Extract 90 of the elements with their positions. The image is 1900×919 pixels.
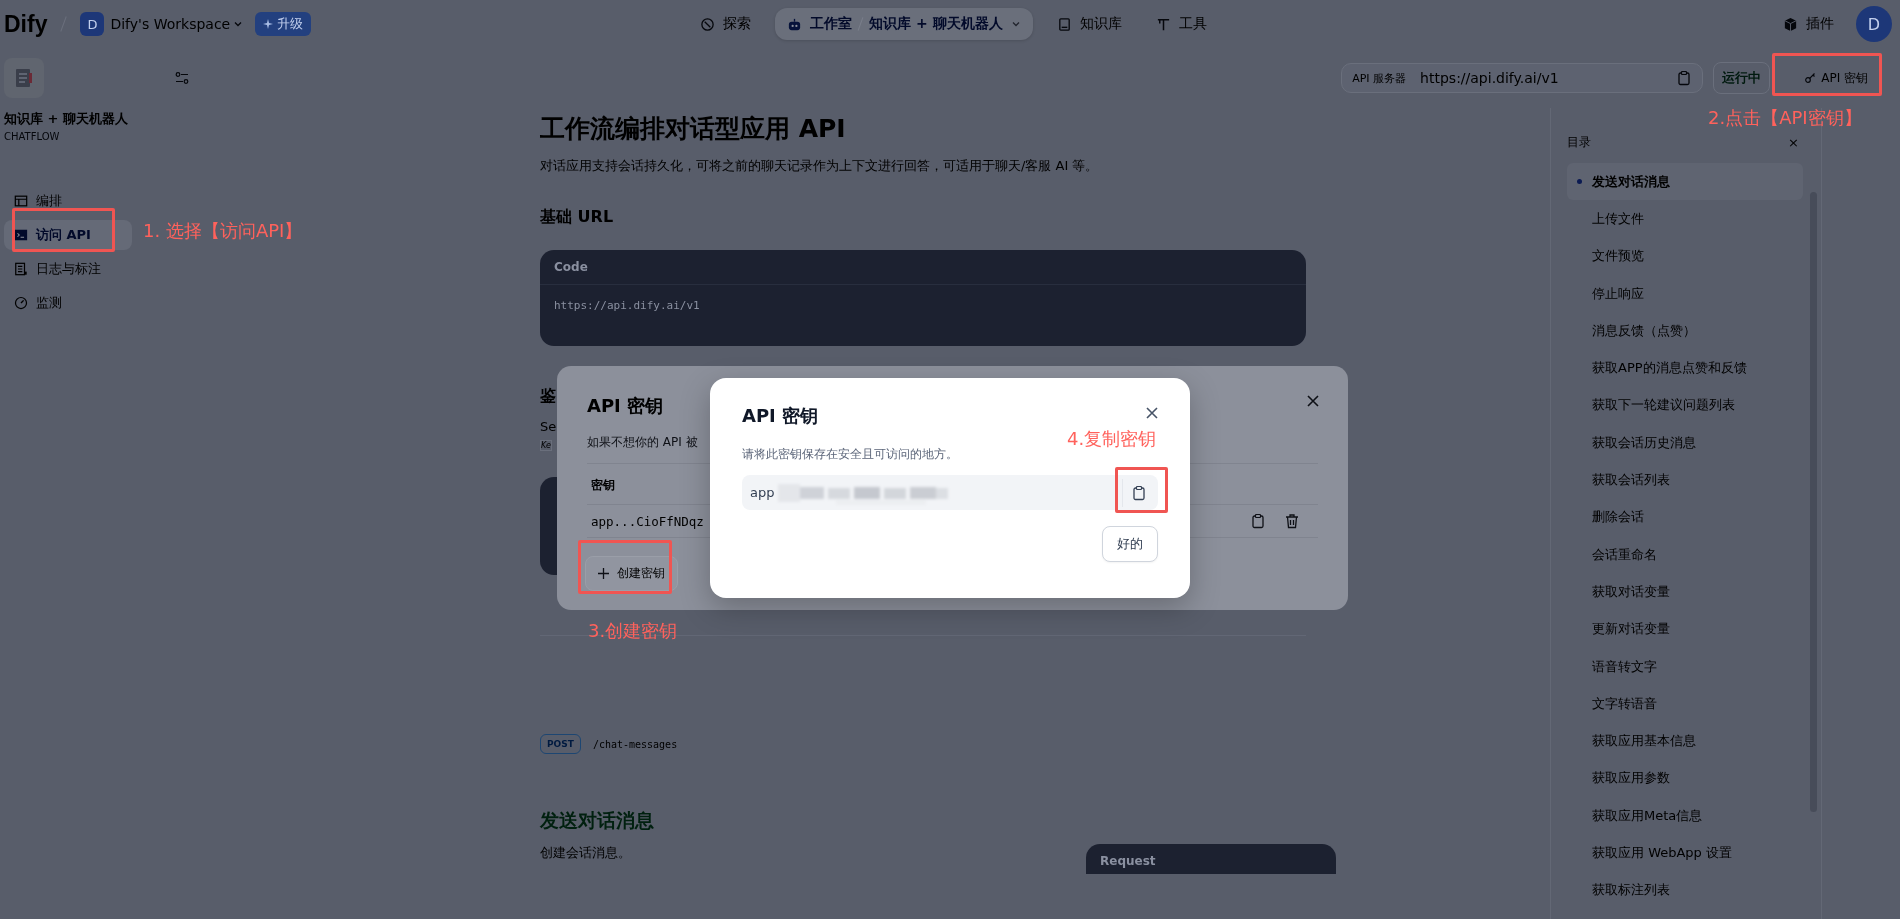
section-heading: 发送对话消息 (540, 808, 654, 833)
delete-icon[interactable] (1284, 513, 1300, 529)
close-icon[interactable] (1145, 406, 1159, 420)
sidebar-item[interactable]: 编排 (4, 186, 132, 216)
user-avatar[interactable]: D (1856, 6, 1892, 42)
annotation-label: 4.复制密钥 (1067, 427, 1157, 451)
body-text: Se (540, 419, 557, 434)
sparkle-icon (263, 19, 274, 29)
code-header: Code (540, 250, 1306, 285)
section-heading: 鉴 (540, 386, 556, 407)
toc-item[interactable]: 获取应用Meta信息 (1567, 797, 1803, 835)
gauge-icon (14, 296, 28, 310)
section-heading: 基础 URL (540, 207, 615, 228)
toc-item[interactable]: 语音转文字 (1567, 647, 1803, 686)
method-badge: POST (540, 734, 581, 754)
toc-item[interactable]: 停止响应 (1567, 274, 1803, 313)
endpoint-path: /chat-messages (592, 738, 678, 750)
inline-code: Ke (540, 440, 552, 451)
annotation-label: 2.点击【API密钥】 (1708, 106, 1862, 130)
nav-tab[interactable]: 工具 (1145, 9, 1217, 39)
nav-tab[interactable]: 探索 (690, 9, 762, 39)
document-icon (14, 262, 28, 276)
hammer-icon (1155, 16, 1171, 32)
toc-item[interactable]: 获取标注列表 (1567, 871, 1803, 909)
close-icon[interactable] (1306, 394, 1320, 408)
terminal-icon (14, 228, 28, 242)
ok-button[interactable]: 好的 (1102, 526, 1158, 562)
key-icon (1804, 72, 1817, 84)
column-header: 密钥 (591, 478, 615, 492)
book-icon (1056, 16, 1072, 32)
sidebar-item[interactable]: 日志与标注 (4, 254, 132, 284)
cube-icon (1783, 16, 1798, 32)
app-type: CHATFLOW (4, 131, 61, 142)
body-text: 创建会话消息。 (540, 844, 632, 862)
annotation-label: 3.创建密钥 (588, 619, 678, 643)
page-description: 对话应用支持会话持久化，可将之前的聊天记录作为上下文进行回答，可适用于聊天/客服 AI 等。 (540, 157, 1100, 175)
robot-icon (787, 16, 803, 32)
modal-description: 如果不想你的 API 被 (587, 434, 698, 451)
compass-icon (700, 16, 716, 32)
toc-item[interactable]: 会话重命名 (1567, 535, 1803, 574)
toc-item[interactable]: 获取对话变量 (1567, 573, 1803, 611)
table-cell: app...CioFfNDqz (591, 513, 704, 529)
toc-item[interactable]: 消息反馈（点赞） (1567, 312, 1803, 350)
logo[interactable]: Dify (4, 10, 48, 38)
status-badge: 运行中 (1713, 62, 1771, 94)
panel-title: Request (1100, 854, 1156, 868)
modal-title: API 密钥 (587, 394, 664, 418)
toc-item[interactable]: 获取应用参数 (1567, 759, 1803, 798)
workspace-avatar: D (80, 12, 105, 36)
app-icon (4, 58, 44, 98)
sidebar-item[interactable]: 访问 API (4, 220, 132, 250)
toc-item[interactable]: 删除会话 (1567, 498, 1803, 536)
toc-item[interactable]: 上传文件 (1567, 200, 1803, 238)
api-server-label: API 服务器 (1352, 70, 1407, 86)
api-server-url: https://api.dify.ai/v1 (1420, 70, 1560, 86)
toc-item[interactable]: 获取会话历史消息 (1567, 424, 1803, 462)
create-key-button[interactable]: 创建密钥 (585, 556, 678, 591)
workspace-selector[interactable]: Dify's Workspace (110, 16, 244, 32)
annotation-label: 1. 选择【访问API】 (143, 219, 303, 243)
key-text: app (750, 485, 775, 500)
toc-item[interactable]: 文件预览 (1567, 237, 1803, 275)
api-key-button[interactable]: API 密钥 (1794, 63, 1878, 93)
nav-tab[interactable]: 知识库 (1046, 9, 1132, 39)
toc-item[interactable]: 获取APP的消息点赞和反馈 (1567, 349, 1803, 387)
code-text: https://api.dify.ai/v1 (553, 298, 701, 314)
sidebar-item[interactable]: 监测 (4, 288, 132, 318)
chevron-down-icon (1010, 19, 1021, 29)
toc-item[interactable]: 更新对话变量 (1567, 610, 1803, 648)
app-name: 知识库 + 聊天机器人 (4, 110, 129, 128)
page-title: 工作流编排对话型应用 API (540, 113, 847, 145)
toc-item[interactable]: 获取应用 WebApp 设置 (1567, 834, 1803, 872)
modal-title: API 密钥 (742, 404, 819, 428)
toc-item[interactable]: 发送对话消息 (1567, 163, 1803, 201)
chevron-down-icon (233, 19, 244, 29)
plus-icon (598, 568, 609, 579)
nav-tab[interactable]: 工作室 知识库 + 聊天机器人 (775, 8, 1033, 40)
copy-icon (1130, 484, 1147, 501)
toc-item[interactable]: 获取应用基本信息 (1567, 722, 1803, 760)
toc-item[interactable]: 文字转语音 (1567, 685, 1803, 723)
modal-description: 请将此密钥保存在安全且可访问的地方。 (742, 446, 958, 463)
copy-icon[interactable] (1250, 513, 1266, 529)
copy-icon[interactable] (1676, 70, 1693, 86)
layout-icon (14, 194, 28, 208)
highlight-box (1115, 467, 1168, 513)
settings-icon[interactable] (174, 70, 190, 86)
close-button[interactable]: × (1788, 135, 1799, 150)
plugins-button[interactable]: 插件 (1783, 15, 1834, 33)
toc-title: 目录 (1567, 134, 1591, 151)
toc-item[interactable]: 获取会话列表 (1567, 461, 1803, 499)
upgrade-button[interactable]: 升级 (255, 12, 312, 36)
